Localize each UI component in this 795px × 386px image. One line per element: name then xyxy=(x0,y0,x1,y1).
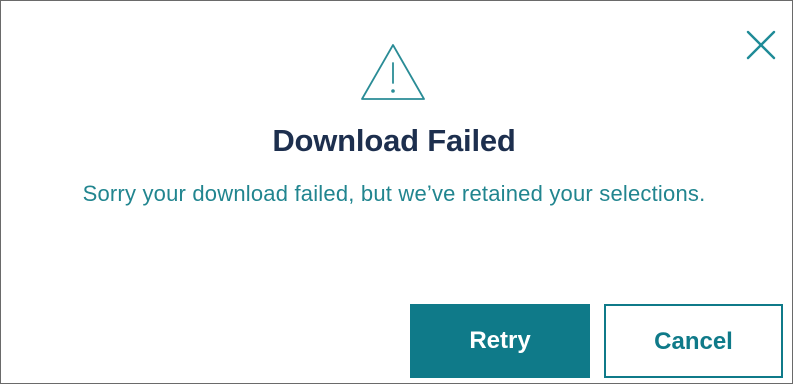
close-button[interactable] xyxy=(743,27,779,63)
dialog-message: Sorry your download failed, but we’ve re… xyxy=(82,181,706,206)
close-icon xyxy=(746,30,776,60)
dialog-title: Download Failed xyxy=(272,123,516,158)
cancel-button[interactable]: Cancel xyxy=(604,304,783,378)
retry-button[interactable]: Retry xyxy=(410,304,590,378)
warning-triangle-icon xyxy=(358,41,428,105)
download-failed-dialog: Download Failed Sorry your download fail… xyxy=(0,0,793,384)
